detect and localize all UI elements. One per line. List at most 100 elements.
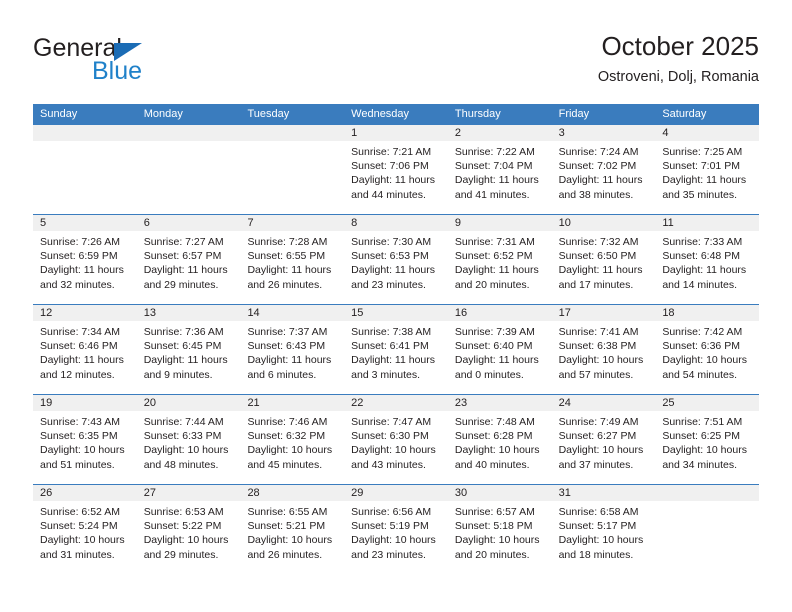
calendar-day-cell[interactable]: 8 Sunrise: 7:30 AM Sunset: 6:53 PM Daylight… xyxy=(344,215,448,304)
sunrise-text: Sunrise: 7:24 AM xyxy=(558,146,639,158)
calendar-day-cell[interactable]: 16 Sunrise: 7:39 AM Sunset: 6:40 PM Dayligh… xyxy=(447,305,552,394)
calendar-week-row: 1 Sunrise: 7:21 AM Sunset: 7:06 PM Daylight… xyxy=(33,125,760,214)
calendar-week-row: 5 Sunrise: 7:26 AM Sunset: 6:59 PM Daylight… xyxy=(33,214,760,304)
location-subtitle: Ostroveni, Dolj, Romania xyxy=(597,69,759,85)
calendar-day-cell[interactable]: 5 Sunrise: 7:26 AM Sunset: 6:59 PM Daylight… xyxy=(33,215,137,304)
calendar-day-cell[interactable]: 17 Sunrise: 7:41 AM Sunset: 6:38 PM Dayligh… xyxy=(551,305,656,394)
day-number: 6 xyxy=(136,215,241,231)
sunrise-text: Sunrise: 7:33 AM xyxy=(662,236,743,248)
calendar-day-cell[interactable]: 24 Sunrise: 7:49 AM Sunset: 6:27 PM Dayligh… xyxy=(551,395,656,484)
weekday-header-thursday: Thursday xyxy=(454,108,501,120)
calendar-day-cell[interactable]: 26 Sunrise: 6:52 AM Sunset: 5:24 PM Dayligh… xyxy=(33,485,137,574)
daylight-text-line2: and 54 minutes. xyxy=(662,368,738,381)
day-number: 25 xyxy=(655,395,760,411)
calendar-day-cell[interactable]: 31 Sunrise: 6:58 AM Sunset: 5:17 PM Dayligh… xyxy=(551,485,656,574)
sunrise-text: Sunrise: 7:37 AM xyxy=(247,326,328,338)
day-sun-info: Sunrise: 7:26 AM Sunset: 6:59 PM Daylight:… xyxy=(33,231,137,292)
daylight-text-line1: Daylight: 10 hours xyxy=(351,534,436,547)
calendar-day-cell[interactable]: 20 Sunrise: 7:44 AM Sunset: 6:33 PM Dayligh… xyxy=(136,395,241,484)
daylight-text-line1: Daylight: 10 hours xyxy=(143,444,229,457)
sunset-text: Sunset: 6:50 PM xyxy=(558,250,637,263)
calendar-day-cell[interactable]: 19 Sunrise: 7:43 AM Sunset: 6:35 PM Dayligh… xyxy=(33,395,137,484)
daylight-text-line2: and 48 minutes. xyxy=(143,458,219,471)
calendar-day-cell[interactable]: 2 Sunrise: 7:22 AM Sunset: 7:04 PM Daylight… xyxy=(447,125,552,214)
daylight-text-line2: and 23 minutes. xyxy=(351,278,426,291)
day-number: 5 xyxy=(33,215,137,231)
sunrise-text: Sunrise: 7:21 AM xyxy=(351,146,432,158)
sunset-text: Sunset: 6:46 PM xyxy=(40,340,118,353)
day-number: 24 xyxy=(551,395,656,411)
daylight-text-line2: and 35 minutes. xyxy=(662,188,738,201)
sunrise-text: Sunrise: 7:38 AM xyxy=(351,326,432,338)
calendar-day-cell[interactable]: 13 Sunrise: 7:36 AM Sunset: 6:45 PM Dayligh… xyxy=(136,305,241,394)
sunset-text: Sunset: 6:40 PM xyxy=(454,340,533,353)
day-sun-info: Sunrise: 7:22 AM Sunset: 7:04 PM Daylight:… xyxy=(448,141,552,202)
calendar-day-cell[interactable]: 15 Sunrise: 7:38 AM Sunset: 6:41 PM Dayligh… xyxy=(344,305,448,394)
day-sun-info: Sunrise: 7:27 AM Sunset: 6:57 PM Daylight:… xyxy=(137,231,241,292)
general-blue-logo[interactable]: General Blue xyxy=(33,34,243,94)
calendar-day-cell[interactable]: 12 Sunrise: 7:34 AM Sunset: 6:46 PM Dayligh… xyxy=(33,305,137,394)
day-number xyxy=(240,125,345,141)
calendar-day-cell[interactable]: 9 Sunrise: 7:31 AM Sunset: 6:52 PM Daylight… xyxy=(447,215,552,304)
calendar-day-cell[interactable]: 6 Sunrise: 7:27 AM Sunset: 6:57 PM Daylight… xyxy=(136,215,241,304)
calendar-page: General Blue October 2025 Ostroveni, Dol… xyxy=(0,0,792,612)
calendar-day-cell[interactable]: 18 Sunrise: 7:42 AM Sunset: 6:36 PM Dayligh… xyxy=(655,305,760,394)
daylight-text-line1: Daylight: 11 hours xyxy=(40,354,124,367)
daylight-text-line1: Daylight: 11 hours xyxy=(662,174,747,187)
calendar-day-cell[interactable]: 11 Sunrise: 7:33 AM Sunset: 6:48 PM Dayligh… xyxy=(655,215,760,304)
day-sun-info: Sunrise: 7:38 AM Sunset: 6:41 PM Daylight:… xyxy=(344,321,448,382)
calendar-day-cell[interactable]: 23 Sunrise: 7:48 AM Sunset: 6:28 PM Dayligh… xyxy=(447,395,552,484)
calendar-day-cell[interactable]: 30 Sunrise: 6:57 AM Sunset: 5:18 PM Dayligh… xyxy=(447,485,552,574)
sunset-text: Sunset: 6:48 PM xyxy=(662,250,740,263)
daylight-text-line1: Daylight: 11 hours xyxy=(351,264,436,277)
sunrise-text: Sunrise: 7:48 AM xyxy=(454,416,535,428)
sunrise-text: Sunrise: 7:51 AM xyxy=(662,416,743,428)
day-number: 7 xyxy=(240,215,345,231)
weekday-header-friday: Friday xyxy=(558,108,590,120)
sunrise-text: Sunrise: 7:30 AM xyxy=(351,236,432,248)
daylight-text-line2: and 31 minutes. xyxy=(40,548,115,561)
daylight-text-line1: Daylight: 11 hours xyxy=(247,264,332,277)
calendar-day-cell[interactable]: 29 Sunrise: 6:56 AM Sunset: 5:19 PM Dayligh… xyxy=(344,485,448,574)
calendar-day-cell[interactable]: 4 Sunrise: 7:25 AM Sunset: 7:01 PM Daylight… xyxy=(655,125,760,214)
daylight-text-line2: and 18 minutes. xyxy=(558,548,634,561)
day-sun-info: Sunrise: 6:53 AM Sunset: 5:22 PM Daylight:… xyxy=(137,501,241,562)
weekday-header-saturday: Saturday xyxy=(662,108,707,120)
daylight-text-line1: Daylight: 11 hours xyxy=(558,264,643,277)
calendar-day-cell[interactable]: 7 Sunrise: 7:28 AM Sunset: 6:55 PM Daylight… xyxy=(240,215,345,304)
calendar-day-cell-empty xyxy=(655,485,760,574)
weekday-header-sunday: Sunday xyxy=(40,108,78,120)
sunset-text: Sunset: 7:06 PM xyxy=(351,160,429,173)
calendar-day-cell[interactable]: 1 Sunrise: 7:21 AM Sunset: 7:06 PM Daylight… xyxy=(344,125,448,214)
daylight-text-line2: and 17 minutes. xyxy=(558,278,634,291)
daylight-text-line1: Daylight: 11 hours xyxy=(558,174,643,187)
calendar-day-cell[interactable]: 14 Sunrise: 7:37 AM Sunset: 6:43 PM Dayligh… xyxy=(240,305,345,394)
day-number xyxy=(136,125,241,141)
calendar-day-cell[interactable]: 3 Sunrise: 7:24 AM Sunset: 7:02 PM Daylight… xyxy=(551,125,656,214)
sunrise-text: Sunrise: 7:26 AM xyxy=(40,236,120,248)
day-sun-info: Sunrise: 7:24 AM Sunset: 7:02 PM Daylight:… xyxy=(552,141,656,202)
page-header: General Blue October 2025 Ostroveni, Dol… xyxy=(33,30,759,98)
calendar-day-cell[interactable]: 25 Sunrise: 7:51 AM Sunset: 6:25 PM Dayligh… xyxy=(655,395,760,484)
calendar-day-cell[interactable]: 28 Sunrise: 6:55 AM Sunset: 5:21 PM Dayligh… xyxy=(240,485,345,574)
day-number xyxy=(33,125,137,141)
calendar-day-cell[interactable]: 27 Sunrise: 6:53 AM Sunset: 5:22 PM Dayligh… xyxy=(136,485,241,574)
daylight-text-line1: Daylight: 11 hours xyxy=(351,174,436,187)
sunset-text: Sunset: 5:24 PM xyxy=(40,520,118,533)
day-sun-info: Sunrise: 7:37 AM Sunset: 6:43 PM Daylight:… xyxy=(240,321,344,382)
sunrise-text: Sunrise: 6:58 AM xyxy=(558,506,639,518)
daylight-text-line2: and 43 minutes. xyxy=(351,458,426,471)
daylight-text-line1: Daylight: 11 hours xyxy=(247,354,332,367)
calendar-grid: Sunday Monday Tuesday Wednesday Thursday Frid… xyxy=(33,104,760,574)
sunset-text: Sunset: 5:22 PM xyxy=(143,520,222,533)
calendar-day-cell[interactable]: 10 Sunrise: 7:32 AM Sunset: 6:50 PM Dayligh… xyxy=(551,215,656,304)
daylight-text-line1: Daylight: 11 hours xyxy=(351,354,436,367)
calendar-day-cell[interactable]: 22 Sunrise: 7:47 AM Sunset: 6:30 PM Dayligh… xyxy=(344,395,448,484)
sunset-text: Sunset: 7:02 PM xyxy=(558,160,637,173)
day-sun-info: Sunrise: 7:39 AM Sunset: 6:40 PM Daylight:… xyxy=(448,321,552,382)
daylight-text-line1: Daylight: 10 hours xyxy=(40,444,125,457)
sunset-text: Sunset: 6:28 PM xyxy=(454,430,533,443)
title-block: October 2025 Ostroveni, Dolj, Romania xyxy=(598,30,759,87)
calendar-day-cell[interactable]: 21 Sunrise: 7:46 AM Sunset: 6:32 PM Dayligh… xyxy=(240,395,345,484)
day-sun-info: Sunrise: 7:32 AM Sunset: 6:50 PM Daylight:… xyxy=(552,231,656,292)
